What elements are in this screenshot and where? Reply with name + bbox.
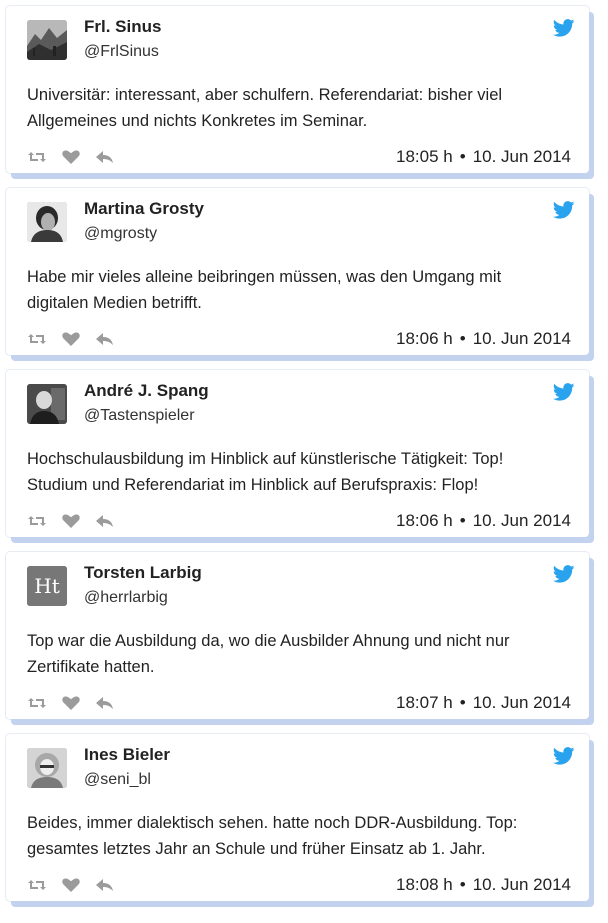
tweet-text-line: gesamtes letztes Jahr an Schule und früh… (27, 840, 486, 858)
twitter-bird-icon[interactable] (553, 383, 575, 401)
avatar[interactable] (27, 384, 67, 424)
timestamp[interactable]: 18:05 h • 10. Jun 2014 (396, 147, 571, 167)
retweet-icon[interactable] (27, 513, 47, 529)
timestamp[interactable]: 18:06 h • 10. Jun 2014 (396, 329, 571, 349)
tweet-date: 10. Jun 2014 (472, 511, 571, 530)
tweet-time: 18:07 h (396, 693, 453, 712)
landscape-avatar-icon (27, 20, 67, 60)
user-handle[interactable]: @herrlarbig (84, 589, 168, 607)
heart-icon[interactable] (61, 877, 81, 893)
tweet-actions (27, 512, 115, 530)
twitter-bird-icon[interactable] (553, 19, 575, 37)
tweet-text-line: Beides, immer dialektisch sehen. hatte n… (27, 814, 518, 832)
tweet-text-line: Zertifikate hatten. (27, 658, 155, 676)
reply-icon[interactable] (95, 331, 115, 347)
separator-dot: • (459, 693, 466, 712)
tweet-time: 18:06 h (396, 511, 453, 530)
tweet-actions (27, 694, 115, 712)
tweet-date: 10. Jun 2014 (472, 875, 571, 894)
tweet-card[interactable]: Ines Bieler @seni_bl Beides, immer diale… (6, 734, 589, 901)
tweet-feed: Frl. Sinus @FrlSinus Universitär: intere… (0, 0, 608, 923)
separator-dot: • (459, 875, 466, 894)
heart-icon[interactable] (61, 513, 81, 529)
twitter-bird-icon[interactable] (553, 747, 575, 765)
reply-icon[interactable] (95, 149, 115, 165)
retweet-icon[interactable] (27, 695, 47, 711)
user-handle[interactable]: @mgrosty (84, 225, 157, 243)
user-name[interactable]: André J. Spang (84, 381, 209, 401)
reply-icon[interactable] (95, 695, 115, 711)
tweet-card[interactable]: Ht Torsten Larbig @herrlarbig Top war di… (6, 552, 589, 719)
avatar[interactable]: Ht (27, 566, 67, 606)
portrait-avatar-icon (27, 748, 67, 788)
separator-dot: • (459, 511, 466, 530)
avatar[interactable] (27, 202, 67, 242)
user-name[interactable]: Frl. Sinus (84, 17, 161, 37)
avatar[interactable] (27, 20, 67, 60)
avatar[interactable] (27, 748, 67, 788)
heart-icon[interactable] (61, 149, 81, 165)
user-handle[interactable]: @seni_bl (84, 771, 151, 789)
tweet-actions (27, 330, 115, 348)
twitter-bird-icon[interactable] (553, 565, 575, 583)
retweet-icon[interactable] (27, 149, 47, 165)
tweet-text-line: Studium und Referendariat im Hinblick au… (27, 476, 479, 494)
retweet-icon[interactable] (27, 331, 47, 347)
tweet-date: 10. Jun 2014 (472, 329, 571, 348)
tweet-text: Hochschulausbildung im Hinblick auf küns… (27, 446, 567, 498)
tweet-date: 10. Jun 2014 (472, 147, 571, 166)
user-handle[interactable]: @FrlSinus (84, 43, 159, 61)
tweet-text: Top war die Ausbildung da, wo die Ausbil… (27, 628, 567, 680)
tweet-actions (27, 876, 115, 894)
tweet-text: Beides, immer dialektisch sehen. hatte n… (27, 810, 567, 862)
tweet-card[interactable]: André J. Spang @Tastenspieler Hochschula… (6, 370, 589, 537)
reply-icon[interactable] (95, 877, 115, 893)
tweet-text-line: digitalen Medien betrifft. (27, 294, 202, 312)
portrait-avatar-icon (27, 202, 67, 242)
tweet-text-line: Habe mir vieles alleine beibringen müsse… (27, 268, 502, 286)
separator-dot: • (459, 329, 466, 348)
retweet-icon[interactable] (27, 877, 47, 893)
tweet-text-line: Universitär: interessant, aber schulfern… (27, 86, 503, 104)
tweet-text: Universitär: interessant, aber schulfern… (27, 82, 567, 134)
tweet-time: 18:05 h (396, 147, 453, 166)
user-handle[interactable]: @Tastenspieler (84, 407, 195, 425)
twitter-bird-icon[interactable] (553, 201, 575, 219)
user-name[interactable]: Martina Grosty (84, 199, 204, 219)
tweet-text-line: Top war die Ausbildung da, wo die Ausbil… (27, 632, 510, 650)
tweet-card[interactable]: Frl. Sinus @FrlSinus Universitär: intere… (6, 6, 589, 173)
tweet-text-line: Allgemeines und nichts Konkretes im Semi… (27, 112, 368, 130)
tweet-date: 10. Jun 2014 (472, 693, 571, 712)
tweet-card[interactable]: Martina Grosty @mgrosty Habe mir vieles … (6, 188, 589, 355)
monogram-avatar-icon: Ht (27, 566, 67, 606)
tweet-text: Habe mir vieles alleine beibringen müsse… (27, 264, 567, 316)
reply-icon[interactable] (95, 513, 115, 529)
tweet-time: 18:08 h (396, 875, 453, 894)
heart-icon[interactable] (61, 331, 81, 347)
user-name[interactable]: Ines Bieler (84, 745, 170, 765)
tweet-time: 18:06 h (396, 329, 453, 348)
separator-dot: • (459, 147, 466, 166)
portrait-avatar-icon (27, 384, 67, 424)
tweet-text-line: Hochschulausbildung im Hinblick auf küns… (27, 450, 504, 468)
tweet-actions (27, 148, 115, 166)
svg-text:Ht: Ht (34, 574, 59, 598)
timestamp[interactable]: 18:06 h • 10. Jun 2014 (396, 511, 571, 531)
timestamp[interactable]: 18:08 h • 10. Jun 2014 (396, 875, 571, 895)
user-name[interactable]: Torsten Larbig (84, 563, 202, 583)
heart-icon[interactable] (61, 695, 81, 711)
timestamp[interactable]: 18:07 h • 10. Jun 2014 (396, 693, 571, 713)
